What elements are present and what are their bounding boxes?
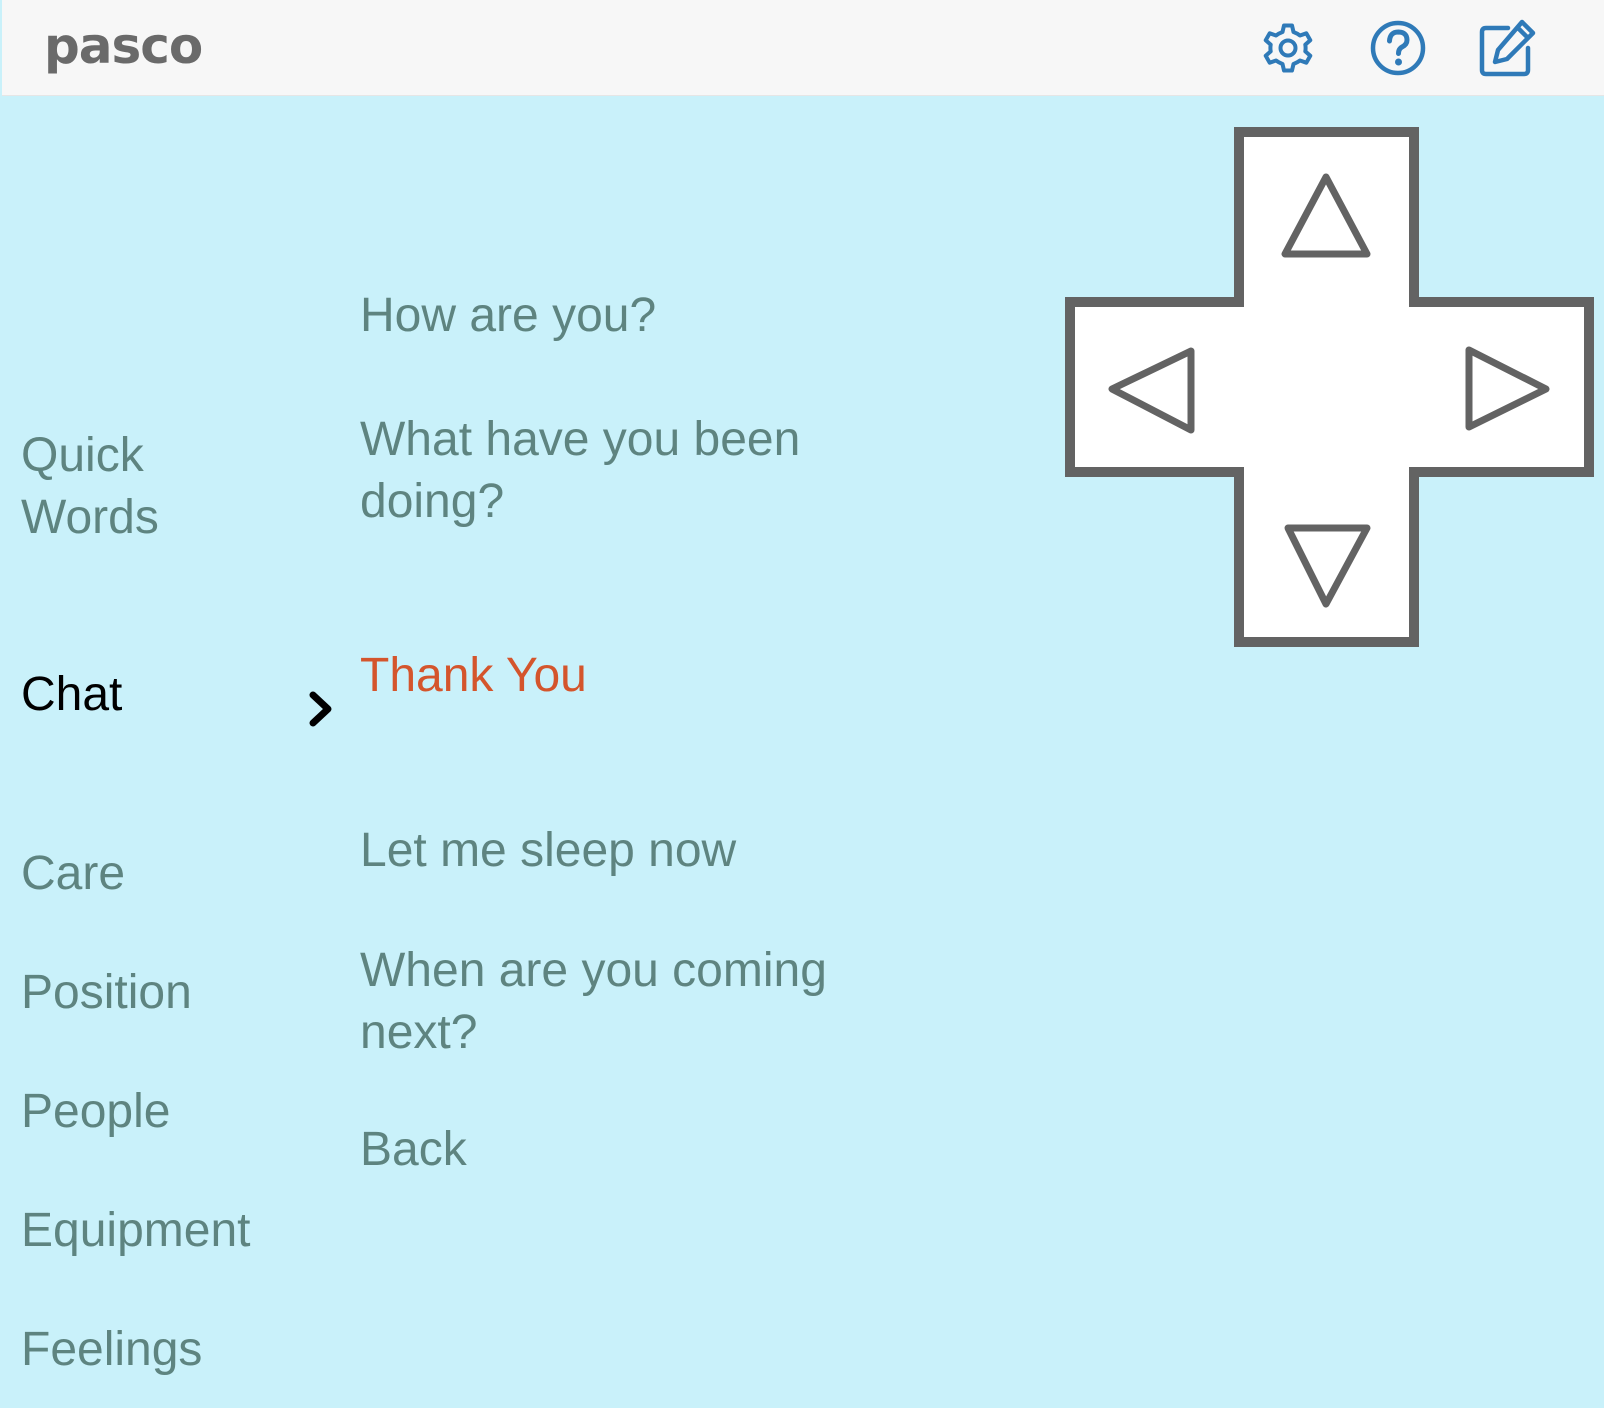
app-logo: pasco: [44, 17, 203, 75]
gear-icon[interactable]: [1256, 16, 1320, 80]
category-equipment[interactable]: Equipment: [21, 1200, 250, 1262]
item-how-are-you[interactable]: How are you?: [360, 285, 656, 347]
item-what-have-you-been-doing[interactable]: What have you been doing?: [360, 409, 840, 533]
item-thank-you[interactable]: Thank You: [360, 645, 587, 707]
item-back[interactable]: Back: [360, 1119, 467, 1181]
chevron-right-icon: [306, 690, 336, 728]
category-chat[interactable]: Chat: [21, 664, 122, 726]
direction-pad: [1064, 126, 1596, 658]
item-let-me-sleep-now[interactable]: Let me sleep now: [360, 820, 736, 882]
top-bar: pasco: [2, 0, 1604, 96]
item-when-are-you-coming-next[interactable]: When are you coming next?: [360, 940, 840, 1064]
category-care[interactable]: Care: [21, 843, 125, 905]
category-position[interactable]: Position: [21, 962, 192, 1024]
dpad-cross: [1065, 127, 1594, 647]
edit-icon[interactable]: [1476, 16, 1540, 80]
category-feelings[interactable]: Feelings: [21, 1319, 202, 1381]
category-quick-words[interactable]: Quick Words: [21, 425, 221, 549]
category-people[interactable]: People: [21, 1081, 170, 1143]
help-icon[interactable]: [1366, 16, 1430, 80]
